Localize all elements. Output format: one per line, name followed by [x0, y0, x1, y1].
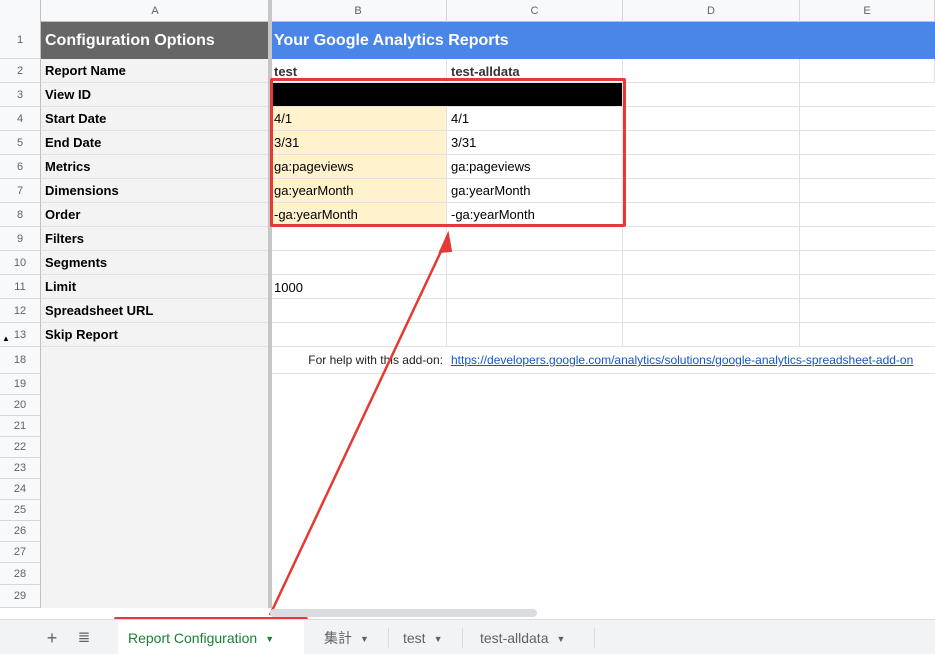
column-header-b[interactable]: B — [270, 0, 447, 22]
row-header-20[interactable]: 20 — [0, 395, 41, 416]
row-header-26[interactable]: 26 — [0, 521, 41, 542]
column-header-a[interactable]: A — [41, 0, 270, 22]
label-metrics[interactable]: Metrics — [41, 155, 270, 179]
column-header-e[interactable]: E — [800, 0, 935, 22]
caret-down-icon: ▼ — [360, 634, 369, 645]
label-segments[interactable]: Segments — [41, 251, 270, 275]
tab-test-alldata[interactable]: test-alldata ▼ — [470, 620, 590, 654]
label-start-date[interactable]: Start Date — [41, 107, 270, 131]
label-dimensions[interactable]: Dimensions — [41, 179, 270, 203]
cell-d2[interactable] — [623, 59, 800, 83]
label-order[interactable]: Order — [41, 203, 270, 227]
row-header-11[interactable]: 11 — [0, 275, 41, 299]
tab-report-configuration[interactable]: Report Configuration ▼ — [118, 620, 304, 654]
row-header-29[interactable]: 29 — [0, 585, 41, 608]
select-all-corner[interactable] — [0, 0, 41, 22]
help-text: For help with this add-on: — [308, 353, 443, 367]
label-view-id[interactable]: View ID — [41, 83, 270, 107]
reports-header[interactable]: Your Google Analytics Reports — [270, 22, 935, 59]
horizontal-scrollbar[interactable] — [270, 609, 537, 617]
row-header-27[interactable]: 27 — [0, 542, 41, 563]
label-end-date[interactable]: End Date — [41, 131, 270, 155]
row-header-22[interactable]: 22 — [0, 437, 41, 458]
tab-shukei[interactable]: 集計 ▼ — [314, 620, 388, 654]
column-header-d[interactable]: D — [623, 0, 800, 22]
row-header-25[interactable]: 25 — [0, 500, 41, 521]
caret-down-icon: ▼ — [265, 634, 275, 645]
row-header-24[interactable]: 24 — [0, 479, 41, 500]
column-header-bar: A B C D E — [0, 0, 935, 22]
label-filters[interactable]: Filters — [41, 227, 270, 251]
row-header-5[interactable]: 5 — [0, 131, 41, 155]
row-header-10[interactable]: 10 — [0, 251, 41, 275]
row-header-21[interactable]: 21 — [0, 416, 41, 437]
label-limit[interactable]: Limit — [41, 275, 270, 299]
config-options-header[interactable]: Configuration Options — [41, 22, 270, 59]
row-header-6[interactable]: 6 — [0, 155, 41, 179]
report-b-limit[interactable]: 1000 — [270, 275, 447, 299]
row-header-7[interactable]: 7 — [0, 179, 41, 203]
label-skip-report[interactable]: Skip Report — [41, 323, 270, 347]
row-header-28[interactable]: 28 — [0, 563, 41, 585]
list-icon[interactable]: ≣ — [74, 628, 94, 648]
tab-separator — [462, 628, 463, 648]
tab-separator — [594, 628, 595, 648]
tab-label: test-alldata — [480, 630, 549, 646]
label-report-name[interactable]: Report Name — [41, 59, 270, 83]
highlight-box — [270, 78, 626, 227]
help-link[interactable]: https://developers.google.com/analytics/… — [447, 347, 935, 374]
caret-down-icon: ▼ — [433, 634, 443, 645]
row-header-3[interactable]: 3 — [0, 83, 41, 107]
row-header-19[interactable]: 19 — [0, 374, 41, 395]
plus-icon[interactable]: + — [42, 628, 62, 648]
grid-vline-de — [799, 59, 800, 347]
row-header-8[interactable]: 8 — [0, 203, 41, 227]
tab-test[interactable]: test ▼ — [393, 620, 459, 654]
caret-down-icon: ▼ — [556, 634, 566, 645]
sheet-tab-bar: + ≣ Report Configuration ▼ 集計 ▼ test ▼ test… — [0, 619, 935, 654]
row-header-4[interactable]: 4 — [0, 107, 41, 131]
column-a-fill — [41, 347, 270, 608]
label-spreadsheet-url[interactable]: Spreadsheet URL — [41, 299, 270, 323]
row-header-12[interactable]: 12 — [0, 299, 41, 323]
tab-label: Report Configuration — [128, 630, 258, 646]
grid-hline-18 — [270, 373, 935, 374]
hidden-rows-up-icon[interactable]: ▲ — [2, 334, 10, 343]
tab-label: test — [403, 630, 426, 646]
tab-label: 集計 — [324, 630, 352, 646]
row-header-2[interactable]: 2 — [0, 59, 41, 83]
row-header-1[interactable]: 1 — [0, 22, 41, 59]
row-header-23[interactable]: 23 — [0, 458, 41, 479]
column-header-c[interactable]: C — [447, 0, 623, 22]
cell-e2[interactable] — [800, 59, 935, 83]
row-header-9[interactable]: 9 — [0, 227, 41, 251]
row-header-18[interactable]: 18 — [0, 347, 41, 374]
tab-separator — [388, 628, 389, 648]
